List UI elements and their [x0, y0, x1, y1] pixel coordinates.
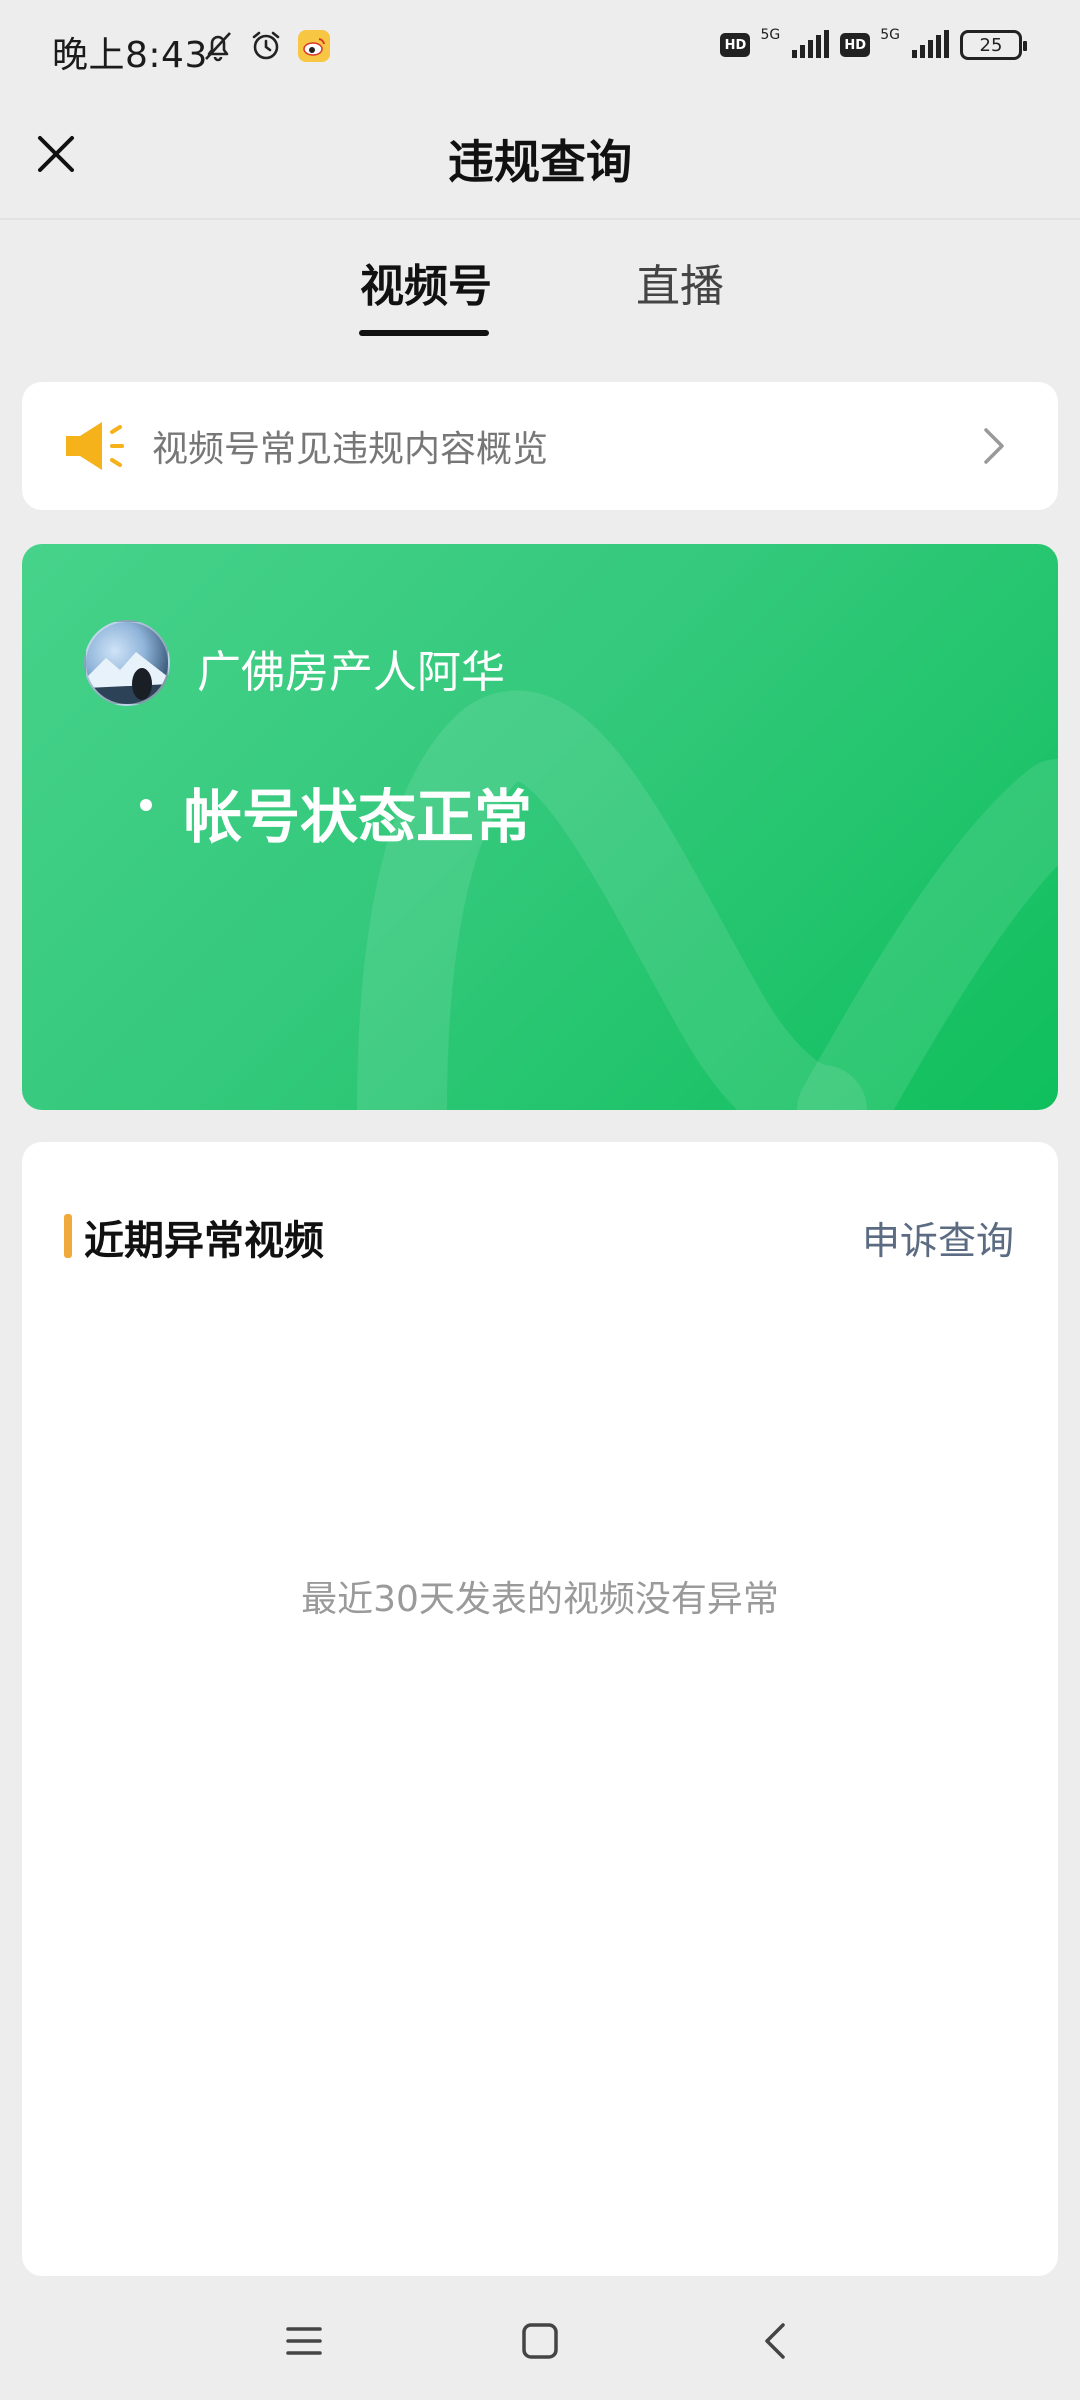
nav-home-button[interactable] [505, 2306, 575, 2376]
empty-state-message: 最近30天发表的视频没有异常 [301, 1579, 779, 1620]
alarm-clock-icon [252, 31, 280, 60]
account-status-card: 广佛房产人阿华 帐号状态正常 [22, 544, 1058, 1110]
hd-badge: HD [720, 33, 751, 57]
system-nav-bar [0, 2276, 1080, 2400]
page-title: 违规查询 [448, 135, 632, 189]
nav-back-button[interactable] [740, 2306, 810, 2376]
megaphone-icon [66, 422, 124, 470]
avatar-image-icon [86, 652, 168, 704]
nav-recents-button[interactable] [269, 2306, 339, 2376]
status-time: 晚上8:43 [52, 35, 208, 76]
recent-abnormal-videos-card: 近期异常视频 申诉查询 最近30天发表的视频没有异常 [22, 1142, 1058, 2276]
back-chevron-icon [765, 2323, 785, 2359]
status-bullet [140, 799, 152, 811]
network-type-label: 5G [760, 27, 781, 43]
violation-overview-link[interactable]: 视频号常见违规内容概览 [22, 382, 1058, 510]
video-channel-watermark-icon [357, 690, 1058, 1110]
header-divider [0, 218, 1080, 220]
account-name: 广佛房产人阿华 [197, 647, 505, 698]
status-icons-left [200, 28, 332, 64]
battery-indicator: 25 [960, 30, 1027, 60]
header: 违规查询 [0, 100, 1080, 220]
tab-active-indicator [359, 330, 489, 336]
status-icons-right: HD 5G HD 5G 25 [720, 27, 1027, 60]
hd-badge-2: HD [840, 33, 871, 57]
network-type-label-2: 5G [880, 27, 900, 43]
bell-muted-icon [205, 32, 231, 62]
home-square-icon [522, 2323, 558, 2359]
tab-live[interactable]: 直播 [636, 250, 724, 314]
status-bar: 晚上8:43 HD 5G HD 5G 25 [0, 0, 1080, 100]
chevron-right-icon [984, 428, 1004, 464]
signal-strength-icon-2 [912, 30, 949, 58]
avatar [84, 620, 170, 706]
signal-strength-icon [792, 30, 830, 58]
appeal-query-link[interactable]: 申诉查询 [862, 1210, 1014, 1265]
notice-text: 视频号常见违规内容概览 [152, 429, 549, 470]
tab-bar: 视频号 直播 [0, 230, 1080, 350]
weibo-app-icon [298, 30, 330, 62]
screen: 晚上8:43 HD 5G HD 5G 25 违规查询 视频号 直播 视频号常见违… [0, 0, 1080, 2400]
tab-video-channel[interactable]: 视频号 [360, 250, 492, 314]
account-status-text: 帐号状态正常 [184, 783, 533, 851]
section-title: 近期异常视频 [84, 1218, 324, 1264]
menu-icon [286, 2327, 322, 2355]
section-marker [64, 1214, 72, 1258]
